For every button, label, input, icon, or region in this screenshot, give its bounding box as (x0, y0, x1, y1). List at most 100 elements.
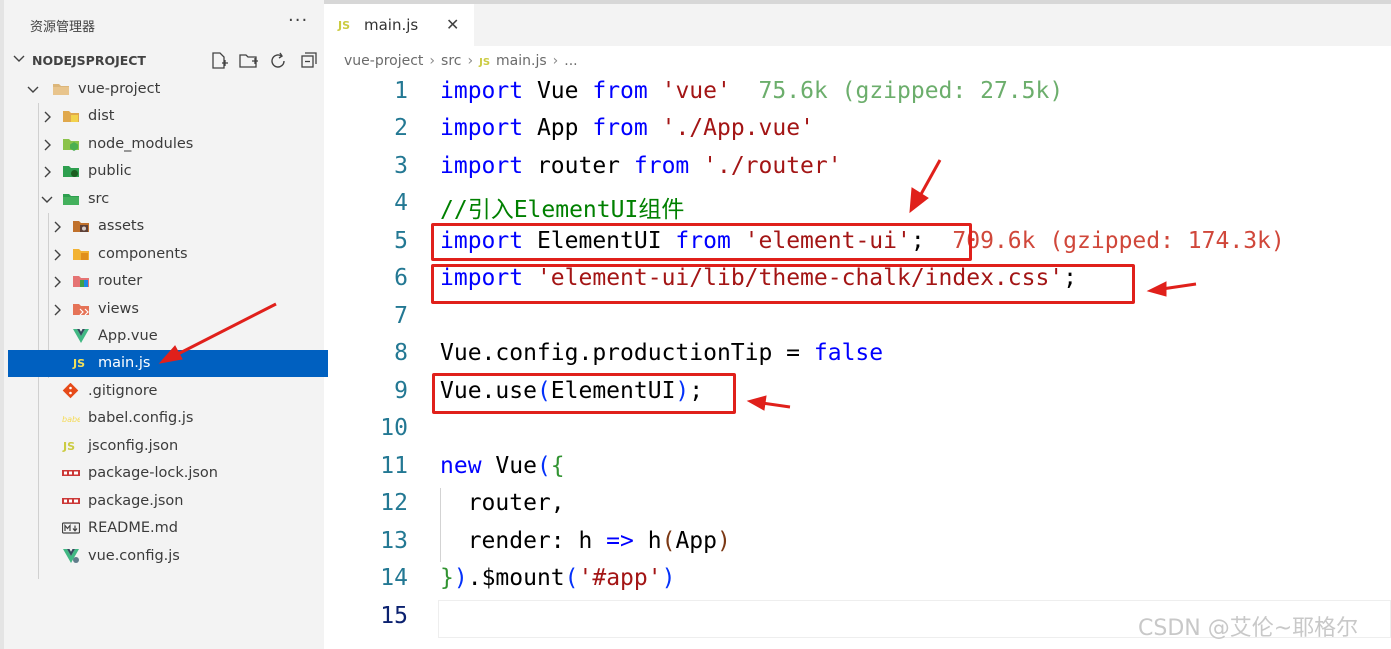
tree-item-label: README.md (88, 520, 178, 536)
folder-views-icon (73, 304, 89, 316)
line-number: 15 (380, 603, 408, 629)
close-icon[interactable]: ✕ (446, 15, 459, 34)
tree-item-label: vue.config.js (88, 548, 180, 564)
code-line: 12 router, (324, 486, 1391, 523)
code-text: import App from './App.vue' (440, 115, 814, 141)
code-line: 8 Vue.config.productionTip = false (324, 336, 1391, 373)
tree-folder-components[interactable]: components (8, 241, 328, 268)
line-number: 10 (380, 415, 408, 441)
chevron-right-icon: › (552, 53, 559, 69)
tree-folder-views[interactable]: views (8, 296, 328, 323)
line-number: 7 (394, 303, 408, 329)
tree-file-gitignore[interactable]: .gitignore (8, 378, 328, 405)
project-section-header[interactable]: NODEJSPROJECT (12, 50, 324, 72)
breadcrumb: vue-project › src › JS main.js ›... (344, 53, 578, 69)
tree-folder-assets[interactable]: assets (8, 213, 328, 240)
chevron-right-icon (54, 249, 61, 261)
tree-folder-public[interactable]: public (8, 158, 328, 185)
folder-icon (53, 84, 69, 95)
tree-file-readme[interactable]: README.md (8, 515, 328, 542)
npm-file-icon (62, 498, 80, 504)
tree-folder-node-modules[interactable]: node_modules (8, 131, 328, 158)
code-comment: //引入ElementUI组件 (440, 197, 685, 223)
code-line: 10 (324, 411, 1391, 448)
tree-item-label: vue-project (78, 81, 161, 97)
line-number: 9 (394, 378, 408, 404)
line-number: 11 (380, 453, 408, 479)
breadcrumb-item[interactable]: main.js (496, 53, 547, 69)
npm-file-icon (62, 470, 80, 476)
highlight-box (431, 264, 1135, 304)
tree-item-label: dist (88, 108, 115, 124)
refresh-icon[interactable] (268, 51, 290, 71)
tree-file-app-vue[interactable]: App.vue (8, 323, 328, 350)
line-number: 1 (394, 78, 408, 104)
chevron-right-icon (44, 111, 51, 123)
chevron-down-icon (41, 196, 53, 203)
chevron-right-icon: › (429, 53, 436, 69)
line-number: 13 (380, 528, 408, 554)
code-line: 2 import App from './App.vue' (324, 111, 1391, 148)
folder-components-icon (73, 249, 89, 260)
tab-label: main.js (364, 16, 419, 34)
editor-tab-strip: JS main.js ✕ (324, 4, 1391, 46)
markdown-file-icon (62, 522, 80, 534)
code-editor[interactable]: 1 import Vue from 'vue' 75.6k (gzipped: … (324, 74, 1391, 649)
breadcrumb-item[interactable]: vue-project (344, 53, 423, 69)
chevron-down-icon (27, 86, 39, 93)
watermark: CSDN @艾伦~耶格尔 (1138, 616, 1359, 641)
new-folder-icon[interactable] (238, 51, 260, 71)
tree-item-label: .gitignore (88, 383, 158, 399)
tab-main-js[interactable]: JS main.js ✕ (324, 4, 474, 46)
svg-text:babel: babel (62, 415, 80, 424)
code-text: }).$mount('#app') (440, 565, 676, 591)
breadcrumb-item[interactable]: src (441, 53, 461, 69)
code-line: 1 import Vue from 'vue' 75.6k (gzipped: … (324, 74, 1391, 111)
tree-item-label: components (98, 246, 188, 262)
tree-file-babel-config[interactable]: babel babel.config.js (8, 405, 328, 432)
more-actions-icon[interactable]: ··· (288, 10, 308, 31)
folder-router-icon (73, 276, 89, 287)
code-line: 7 (324, 299, 1391, 336)
code-text: render: h => h(App) (440, 528, 731, 554)
js-file-icon: JS (73, 357, 86, 370)
line-number: 3 (394, 153, 408, 179)
code-text: Vue.config.productionTip = false (440, 340, 884, 366)
chevron-right-icon (54, 304, 61, 316)
tree-file-main-js[interactable]: JS main.js (8, 350, 328, 377)
line-number: 4 (394, 190, 408, 216)
folder-node-icon (63, 139, 79, 151)
js-file-icon: JS (479, 57, 491, 68)
tree-folder-src[interactable]: src (8, 186, 328, 213)
folder-assets-icon (73, 221, 89, 232)
tree-folder-vue-project[interactable]: vue-project (8, 76, 328, 103)
explorer-sidebar: 资源管理器 ··· NODEJSPROJECT vue-project dist… (0, 0, 328, 649)
tree-file-vue-config[interactable]: vue.config.js (8, 543, 328, 570)
code-text: new Vue({ (440, 453, 565, 479)
line-number: 12 (380, 490, 408, 516)
chevron-right-icon (54, 221, 61, 233)
tree-item-label: src (88, 191, 110, 207)
code-text: import Vue from 'vue' 75.6k (gzipped: 27… (440, 78, 1064, 104)
highlight-box (432, 373, 736, 414)
code-line: 11 new Vue({ (324, 449, 1391, 486)
tree-item-label: public (88, 163, 132, 179)
tree-file-jsconfig[interactable]: JS jsconfig.json (8, 433, 328, 460)
line-number: 8 (394, 340, 408, 366)
collapse-all-icon[interactable] (298, 51, 320, 71)
tree-item-label: package.json (88, 493, 184, 509)
tree-item-label: jsconfig.json (88, 438, 179, 454)
folder-src-icon (63, 194, 79, 205)
new-file-icon[interactable] (208, 51, 230, 71)
tree-file-package-lock[interactable]: package-lock.json (8, 460, 328, 487)
line-number: 14 (380, 565, 408, 591)
tree-folder-dist[interactable]: dist (8, 103, 328, 130)
breadcrumb-item[interactable]: ... (564, 53, 577, 69)
tree-file-package-json[interactable]: package.json (8, 488, 328, 515)
tree-folder-router[interactable]: router (8, 268, 328, 295)
tree-item-label: babel.config.js (88, 410, 194, 426)
line-number: 2 (394, 115, 408, 141)
git-file-icon (62, 383, 79, 399)
chevron-down-icon (13, 55, 25, 62)
project-title: NODEJSPROJECT (32, 53, 146, 68)
